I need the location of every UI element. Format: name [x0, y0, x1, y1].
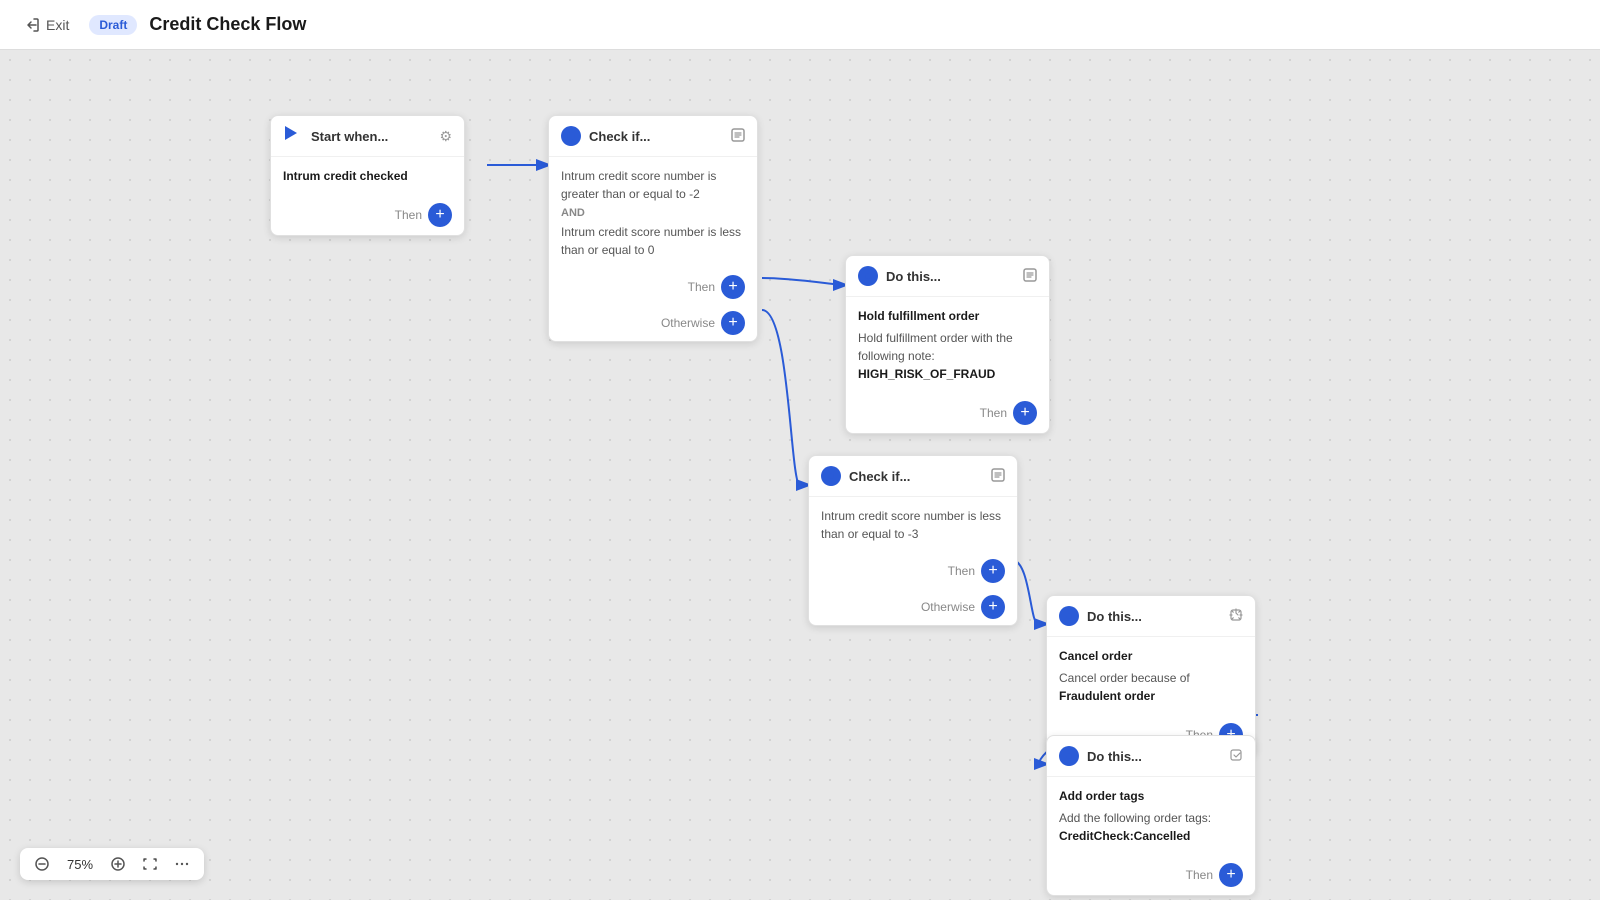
check-if-2-otherwise-add-button[interactable]: +: [981, 595, 1005, 619]
do-this-3-settings-icon[interactable]: [1229, 748, 1243, 765]
check-if-1-then-add-button[interactable]: +: [721, 275, 745, 299]
fit-screen-icon: [142, 856, 158, 872]
do-this-2-action-title: Cancel order: [1059, 647, 1243, 665]
do-this-3-body: Add order tags Add the following order t…: [1047, 777, 1255, 855]
check-if-1-condition2: Intrum credit score number is less than …: [561, 223, 745, 259]
zoom-out-button[interactable]: [30, 854, 54, 874]
check-if-2-body: Intrum credit score number is less than …: [809, 497, 1017, 553]
flow-canvas: Start when... ⚙ Intrum credit checked Th…: [0, 50, 1600, 900]
do-this-node-2: Do this... Cancel order Cancel order bec…: [1046, 595, 1256, 756]
zoom-in-button[interactable]: [106, 854, 130, 874]
check-if-node-2: Check if... Intrum credit score number i…: [808, 455, 1018, 626]
do-this-1-header: Do this...: [846, 256, 1049, 297]
check-if-1-settings-icon[interactable]: [731, 128, 745, 145]
check-if-2-settings-icon[interactable]: [991, 468, 1005, 485]
do-this-2-icon: [1059, 606, 1079, 626]
check-if-2-header: Check if...: [809, 456, 1017, 497]
draft-badge: Draft: [89, 15, 137, 35]
do-this-3-icon: [1059, 746, 1079, 766]
do-this-2-settings-icon[interactable]: [1229, 608, 1243, 625]
do-this-node-1: Do this... Hold fulfillment order Hold f…: [845, 255, 1050, 434]
do-this-3-action-value: CreditCheck:Cancelled: [1059, 827, 1243, 845]
do-this-2-body: Cancel order Cancel order because of Fra…: [1047, 637, 1255, 715]
check-if-2-otherwise-label: Otherwise: [921, 600, 975, 614]
check-if-1-icon: [561, 126, 581, 146]
check-if-2-condition: Intrum credit score number is less than …: [821, 507, 1005, 543]
check-if-1-header: Check if...: [549, 116, 757, 157]
start-add-button[interactable]: +: [428, 203, 452, 227]
check-if-1-title: Check if...: [589, 129, 723, 144]
check-if-1-otherwise-row: Otherwise +: [549, 305, 757, 341]
check-if-2-title: Check if...: [849, 469, 983, 484]
do-this-1-footer: Then +: [846, 393, 1049, 433]
check-if-1-condition1: Intrum credit score number is greater th…: [561, 167, 745, 203]
check-if-2-otherwise-row: Otherwise +: [809, 589, 1017, 625]
and-label: AND: [561, 207, 745, 219]
do-this-1-settings-icon[interactable]: [1023, 268, 1037, 285]
zoom-toolbar: 75%: [20, 848, 204, 880]
do-this-1-action-value: HIGH_RISK_OF_FRAUD: [858, 365, 1037, 383]
do-this-1-title: Do this...: [886, 269, 1015, 284]
do-this-3-add-button[interactable]: +: [1219, 863, 1243, 887]
exit-button[interactable]: Exit: [16, 13, 77, 37]
start-icon: [285, 126, 297, 140]
check-if-1-otherwise-add-button[interactable]: +: [721, 311, 745, 335]
start-node-title: Start when...: [311, 129, 431, 144]
check-if-1-then-label: Then: [688, 280, 715, 294]
fit-screen-button[interactable]: [138, 854, 162, 874]
check-if-2-icon: [821, 466, 841, 486]
check-if-2-then-label: Then: [948, 564, 975, 578]
start-node-body-text: Intrum credit checked: [283, 167, 452, 185]
plus-icon: [110, 856, 126, 872]
start-node-header: Start when... ⚙: [271, 116, 464, 157]
do-this-3-action-title: Add order tags: [1059, 787, 1243, 805]
minus-icon: [34, 856, 50, 872]
start-node-footer: Then +: [271, 195, 464, 235]
do-this-3-title: Do this...: [1087, 749, 1221, 764]
start-node-settings-icon[interactable]: ⚙: [439, 128, 452, 145]
do-this-3-footer: Then +: [1047, 855, 1255, 895]
do-this-1-action-desc: Hold fulfillment order with the followin…: [858, 329, 1037, 365]
do-this-3-action-desc: Add the following order tags:: [1059, 809, 1243, 827]
page-title: Credit Check Flow: [149, 14, 306, 35]
do-this-1-body: Hold fulfillment order Hold fulfillment …: [846, 297, 1049, 393]
do-this-2-header: Do this...: [1047, 596, 1255, 637]
do-this-3-then-label: Then: [1186, 868, 1213, 882]
do-this-1-icon: [858, 266, 878, 286]
do-this-2-action-desc: Cancel order because of Fraudulent order: [1059, 669, 1243, 705]
do-this-3-header: Do this...: [1047, 736, 1255, 777]
exit-icon: [24, 17, 40, 33]
check-if-node-1: Check if... Intrum credit score number i…: [548, 115, 758, 342]
exit-label: Exit: [46, 17, 69, 33]
check-if-1-then-row: Then +: [549, 269, 757, 305]
start-then-label: Then: [395, 208, 422, 222]
check-if-2-then-row: Then +: [809, 553, 1017, 589]
check-if-1-otherwise-label: Otherwise: [661, 316, 715, 330]
do-this-1-add-button[interactable]: +: [1013, 401, 1037, 425]
do-this-2-title: Do this...: [1087, 609, 1221, 624]
start-node-body: Intrum credit checked: [271, 157, 464, 195]
start-node: Start when... ⚙ Intrum credit checked Th…: [270, 115, 465, 236]
connectors-svg: [0, 50, 1600, 900]
do-this-1-then-label: Then: [980, 406, 1007, 420]
check-if-1-body: Intrum credit score number is greater th…: [549, 157, 757, 269]
check-if-2-then-add-button[interactable]: +: [981, 559, 1005, 583]
do-this-1-action-title: Hold fulfillment order: [858, 307, 1037, 325]
zoom-level-display: 75%: [62, 857, 98, 872]
start-condition-text: Intrum credit checked: [283, 169, 408, 183]
more-options-icon: [174, 856, 190, 872]
more-options-button[interactable]: [170, 854, 194, 874]
do-this-node-3: Do this... Add order tags Add the follow…: [1046, 735, 1256, 896]
